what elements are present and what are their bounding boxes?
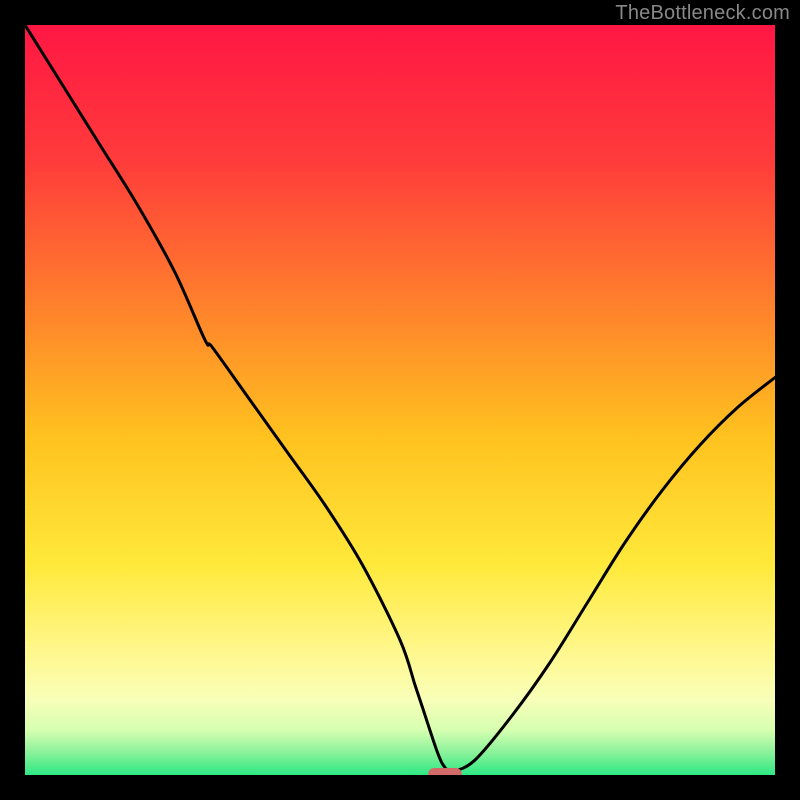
plot-background <box>25 25 775 775</box>
bottleneck-chart <box>25 25 775 775</box>
watermark-text: TheBottleneck.com <box>615 2 790 25</box>
optimal-point-marker <box>428 768 462 775</box>
chart-frame: TheBottleneck.com <box>0 0 800 800</box>
